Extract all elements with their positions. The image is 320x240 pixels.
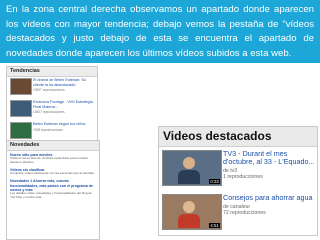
tendencias-item[interactable]: Belen Esteban según tus niños 7408 repro… <box>7 121 97 141</box>
tendencias-item-title[interactable]: El drama de Belén Esteban: Su cliente la… <box>33 78 95 87</box>
video-title-link[interactable]: Consejos para ahorrar agua <box>223 193 315 202</box>
tendencias-item-views: 10907 reproducciones <box>33 88 65 92</box>
tendencias-item[interactable]: Exclusiva Footage - VISI Estrategia. Fin… <box>7 99 97 119</box>
tendencias-item-views: 13507 reproducciones <box>33 110 65 114</box>
person-icon <box>183 201 195 213</box>
video-views: 72 reproducciones <box>223 210 266 216</box>
person-body-icon <box>178 170 200 184</box>
novedades-text: Visita el nuevo sitio de YouTube optimiz… <box>10 156 88 165</box>
tendencias-item-title[interactable]: Belen Esteban según tus niños <box>33 122 95 127</box>
tendencias-item[interactable]: El drama de Belén Esteban: Su cliente la… <box>7 77 97 97</box>
video-views: 1 reproducciones <box>223 174 263 180</box>
videos-destacados-item[interactable]: 4:51 Consejos para ahorrar agua de canal… <box>159 191 317 233</box>
novedades-title: Novedades <box>7 141 99 151</box>
video-thumbnail-icon[interactable] <box>10 122 32 139</box>
video-title-link[interactable]: TV3 - Durant el mes d'octubre, al 33 - L… <box>223 149 315 167</box>
video-thumbnail-icon[interactable] <box>10 100 32 117</box>
novedades-panel: Novedades Nuevo sitio para móviles Visit… <box>6 140 100 240</box>
novedades-item: Novedades 1 Ahorrar más, nuevas funciona… <box>10 179 96 200</box>
videos-destacados-title: Videos destacados <box>159 127 317 147</box>
novedades-text: Comparte vídeos fácilmente con las perso… <box>10 171 95 176</box>
novedades-text: Los detalles sobre novedades y funcional… <box>10 191 92 200</box>
video-thumbnail-icon[interactable] <box>10 78 32 95</box>
videos-destacados-panel: Videos destacados 0:32 TV3 - Durant el m… <box>158 126 318 236</box>
tendencias-title: Tendencias <box>7 67 97 77</box>
tendencias-item-views: 7408 reproducciones <box>33 128 63 132</box>
video-thumbnail-icon[interactable]: 0:32 <box>162 150 222 186</box>
tendencias-item-title[interactable]: Exclusiva Footage - VISI Estrategia. Fin… <box>33 100 95 109</box>
video-duration: 0:32 <box>209 178 220 184</box>
person-icon <box>183 157 195 169</box>
video-thumbnail-icon[interactable]: 4:51 <box>162 194 222 230</box>
videos-destacados-item[interactable]: 0:32 TV3 - Durant el mes d'octubre, al 3… <box>159 147 317 189</box>
video-duration: 4:51 <box>209 222 220 228</box>
caption-text: En la zona central derecha observamos un… <box>0 0 320 63</box>
novedades-item: Nuevo sitio para móviles Visita el nuevo… <box>10 153 96 165</box>
novedades-item: Vídeos sin clasificar Comparte vídeos fá… <box>10 168 96 176</box>
person-body-icon <box>178 214 200 228</box>
